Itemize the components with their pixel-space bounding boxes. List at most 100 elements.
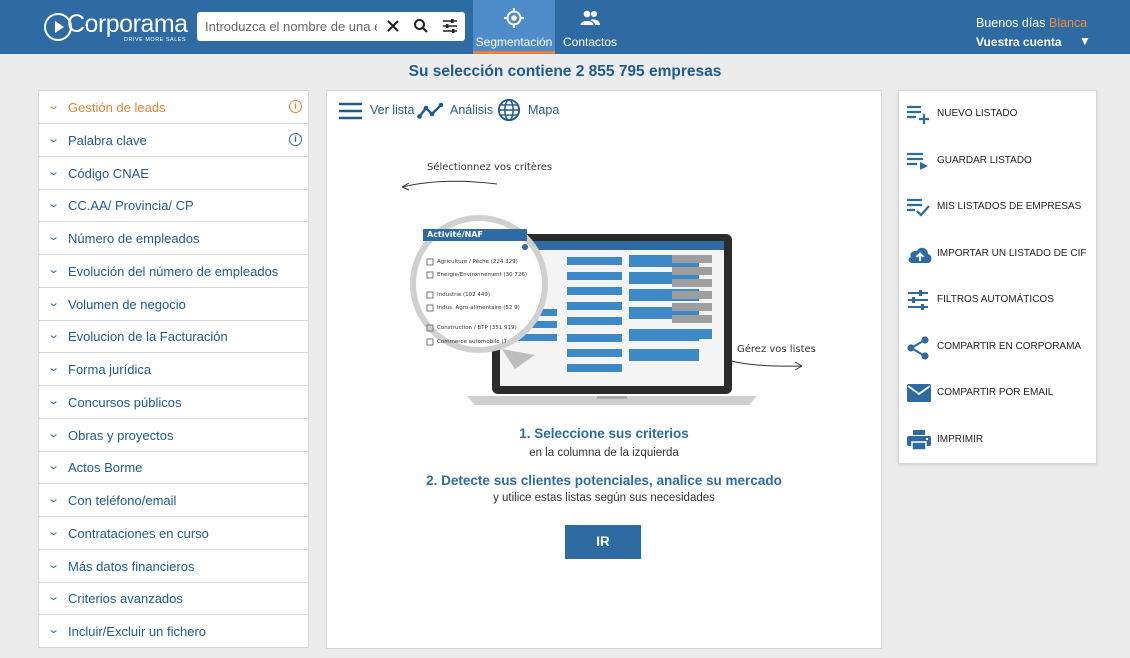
chevron-down-icon: ⌄ bbox=[47, 460, 61, 472]
save-list-label: GUARDAR LISTADO bbox=[937, 155, 1032, 166]
account-caret-icon[interactable]: ▼ bbox=[1079, 34, 1091, 48]
view-map-label: Mapa bbox=[528, 103, 560, 117]
chevron-down-icon: ⌄ bbox=[47, 297, 61, 309]
illustration-annotation-lists: Gérez vos listes bbox=[737, 344, 816, 355]
my-lists-button[interactable]: MIS LISTADOS DE EMPRESAS bbox=[899, 192, 1096, 222]
company-search-input[interactable] bbox=[205, 17, 377, 36]
criterion-codigo-cnae[interactable]: ⌄ Código CNAE bbox=[39, 157, 308, 190]
criterion-label: Criterios avanzados bbox=[68, 591, 183, 606]
illustration-row: Construction / BTP (351 919) bbox=[437, 325, 517, 331]
mail-icon bbox=[907, 384, 931, 402]
criterion-label: Con teléfono/email bbox=[68, 493, 177, 508]
chevron-down-icon: ⌄ bbox=[47, 264, 61, 276]
criterion-label: Forma jurídica bbox=[68, 362, 152, 377]
info-icon[interactable]: i bbox=[289, 133, 302, 146]
laptop-illustration bbox=[401, 180, 803, 405]
advanced-filter-icon[interactable] bbox=[441, 17, 459, 35]
chevron-down-icon: ⌄ bbox=[47, 198, 61, 210]
company-search-box bbox=[197, 12, 465, 41]
playlist-save-icon bbox=[907, 152, 928, 170]
chevron-down-icon: ⌄ bbox=[47, 329, 61, 341]
search-icon[interactable] bbox=[412, 17, 430, 35]
criterion-label: Gestión de leads bbox=[68, 100, 166, 115]
new-list-label: NUEVO LISTADO bbox=[937, 108, 1018, 119]
criterion-datos-financieros[interactable]: ⌄ Más datos financieros bbox=[39, 550, 308, 583]
globe-icon bbox=[497, 98, 521, 122]
criterion-concursos-publicos[interactable]: ⌄ Concursos públicos bbox=[39, 386, 308, 419]
tab-segmentacion-label: Segmentación bbox=[475, 35, 553, 49]
illustration-row: Energie/Environnement (30 726) bbox=[437, 272, 528, 278]
account-menu[interactable]: Vuestra cuenta bbox=[976, 35, 1062, 49]
print-label: IMPRIMIR bbox=[937, 434, 984, 445]
chevron-down-icon: ⌄ bbox=[47, 428, 61, 440]
criterion-numero-empleados[interactable]: ⌄ Número de empleados bbox=[39, 222, 308, 255]
share-email-button[interactable]: COMPARTIR POR EMAIL bbox=[899, 378, 1096, 408]
results-panel: Ver lista Análisis Mapa Sélectionnez vos… bbox=[326, 90, 882, 649]
view-map[interactable]: Mapa bbox=[496, 98, 561, 122]
criterion-contrataciones[interactable]: ⌄ Contrataciones en curso bbox=[39, 517, 308, 550]
criterion-evolucion-facturacion[interactable]: ⌄ Evolucion de la Facturación bbox=[39, 320, 308, 353]
criterion-label: Incluir/Excluir un fichero bbox=[68, 624, 206, 639]
import-cif-button[interactable]: IMPORTAR UN LISTADO DE CIF bbox=[899, 239, 1096, 269]
view-list[interactable]: Ver lista bbox=[338, 100, 414, 122]
onboarding-illustration: Sélectionnez vos critères Gérez vos list… bbox=[397, 159, 817, 409]
criterion-label: Evolución del número de empleados bbox=[68, 264, 279, 279]
criterion-ccaa-provincia-cp[interactable]: ⌄ CC.AA/ Provincia/ CP bbox=[39, 189, 308, 222]
criterion-actos-borme[interactable]: ⌄ Actos Borme bbox=[39, 451, 308, 484]
chevron-down-icon: ⌄ bbox=[47, 624, 61, 636]
auto-filters-button[interactable]: FILTROS AUTOMÁTICOS bbox=[899, 285, 1096, 315]
criterion-volumen-negocio[interactable]: ⌄ Volumen de negocio bbox=[39, 288, 308, 321]
criterion-forma-juridica[interactable]: ⌄ Forma jurídica bbox=[39, 353, 308, 386]
illustration-row: Agriculture / Pêche (224 329) bbox=[437, 259, 518, 265]
criterion-label: Más datos financieros bbox=[68, 559, 195, 574]
criterion-label: Concursos públicos bbox=[68, 395, 182, 410]
my-lists-label: MIS LISTADOS DE EMPRESAS bbox=[937, 201, 1082, 212]
step-1-title: 1. Seleccione sus criterios bbox=[519, 426, 689, 441]
chevron-down-icon: ⌄ bbox=[47, 362, 61, 374]
info-icon[interactable]: i bbox=[289, 100, 302, 113]
share-corporama-button[interactable]: COMPARTIR EN CORPORAMA bbox=[899, 332, 1096, 362]
analysis-icon bbox=[417, 102, 444, 119]
criterion-obras-proyectos[interactable]: ⌄ Obras y proyectos bbox=[39, 419, 308, 452]
illustration-row: Indus. Agro-alimentaire (52 9) bbox=[437, 305, 520, 311]
chevron-down-icon: ⌄ bbox=[47, 493, 61, 505]
cloud-upload-icon bbox=[908, 247, 932, 263]
criterion-label: Actos Borme bbox=[68, 460, 143, 475]
playlist-add-icon bbox=[907, 105, 929, 124]
new-list-button[interactable]: NUEVO LISTADO bbox=[899, 99, 1096, 129]
user-name: Blanca bbox=[1048, 16, 1088, 30]
criterion-criterios-avanzados[interactable]: ⌄ Criterios avanzados bbox=[39, 582, 308, 615]
greeting-text: Buenos días bbox=[976, 16, 1046, 30]
criterion-evolucion-empleados[interactable]: ⌄ Evolución del número de empleados bbox=[39, 255, 308, 288]
criterion-label: CC.AA/ Provincia/ CP bbox=[68, 198, 194, 213]
step-2-subtitle: y utilice estas listas según sus necesid… bbox=[493, 492, 715, 504]
criterion-palabra-clave[interactable]: ⌄ Palabra clave i bbox=[39, 124, 308, 157]
tab-segmentacion[interactable]: Segmentación bbox=[473, 0, 555, 54]
illustration-annotation-criteria: Sélectionnez vos critères bbox=[427, 162, 553, 173]
selection-count-title: Su selección contiene 2 855 795 empresas bbox=[408, 63, 722, 80]
step-1-subtitle: en la columna de la izquierda bbox=[529, 447, 679, 459]
chevron-down-icon: ⌄ bbox=[47, 526, 61, 538]
criterion-telefono-email[interactable]: ⌄ Con teléfono/email bbox=[39, 484, 308, 517]
logo-tagline: DRIVE MORE SALES bbox=[124, 37, 187, 43]
go-button[interactable]: IR bbox=[565, 525, 641, 559]
people-icon bbox=[580, 10, 600, 25]
criterion-label: Contrataciones en curso bbox=[68, 526, 209, 541]
print-button[interactable]: IMPRIMIR bbox=[899, 425, 1096, 455]
list-icon bbox=[339, 102, 362, 120]
criterion-gestion-de-leads[interactable]: ⌄ Gestión de leads i bbox=[39, 91, 308, 124]
auto-filters-label: FILTROS AUTOMÁTICOS bbox=[937, 294, 1054, 305]
criterion-label: Evolucion de la Facturación bbox=[68, 329, 228, 344]
chevron-down-icon: ⌄ bbox=[47, 395, 61, 407]
save-list-button[interactable]: GUARDAR LISTADO bbox=[899, 146, 1096, 176]
share-email-label: COMPARTIR POR EMAIL bbox=[937, 387, 1054, 398]
criterion-label: Volumen de negocio bbox=[68, 297, 186, 312]
target-icon bbox=[504, 8, 524, 28]
criterion-incluir-excluir-fichero[interactable]: ⌄ Incluir/Excluir un fichero bbox=[39, 615, 308, 648]
view-analysis[interactable]: Análisis bbox=[417, 100, 497, 122]
corporama-logo[interactable]: Corporama DRIVE MORE SALES bbox=[44, 9, 189, 47]
playlist-check-icon bbox=[907, 198, 930, 217]
clear-icon[interactable] bbox=[384, 17, 402, 35]
tab-contactos[interactable]: Contactos bbox=[558, 0, 622, 54]
greeting: Buenos días Blanca bbox=[976, 16, 1087, 30]
